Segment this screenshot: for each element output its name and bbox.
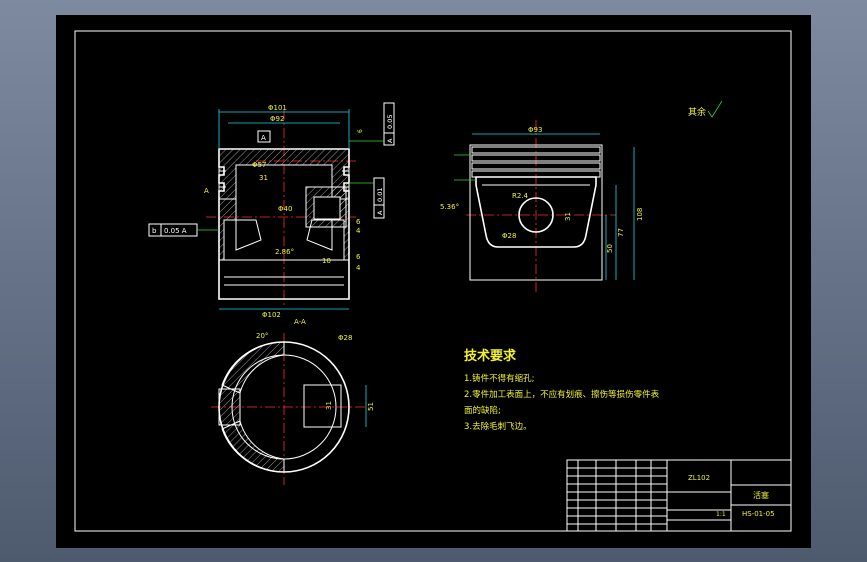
title-material: ZL102	[688, 474, 710, 482]
notes-title: 技术要求	[464, 348, 517, 364]
section-d28: Φ28	[338, 334, 352, 342]
front-view: Φ101 Φ92 Φ57 Φ40 Φ102 31 2.86° 10 6 4 6 …	[148, 102, 395, 319]
dim-side-angle: 5.36°	[440, 203, 459, 211]
dim-side-d93: Φ93	[528, 126, 542, 134]
tol-left-value: 0.05 A	[164, 227, 187, 235]
dim-4: 4	[356, 264, 361, 272]
dim-d92: Φ92	[270, 115, 284, 123]
dim-side-50: 50	[606, 244, 614, 253]
note-line-1: 1.铸件不得有缩孔;	[464, 373, 534, 384]
tol-top-ref: A	[386, 138, 394, 143]
roughness-symbol	[707, 100, 723, 118]
tol-top-value: 0.05	[386, 115, 394, 129]
dim-d40: Φ40	[278, 205, 292, 213]
dim-side-31: 31	[564, 212, 572, 221]
technical-notes: 技术要求 1.铸件不得有缩孔; 2.零件加工表面上，不应有划痕、擦伤等损伤零件表…	[464, 348, 660, 432]
dim-angle-front: 2.86°	[275, 248, 294, 256]
dim-10: 10	[322, 257, 331, 265]
dim-6b: 6	[356, 218, 361, 226]
side-view: Φ93 R2.4 5.36° Φ28 31 77 50 108	[440, 120, 644, 293]
dim-d102: Φ102	[262, 311, 281, 319]
section-angle: 20°	[256, 332, 268, 340]
drawing-sheet: Φ101 Φ92 Φ57 Φ40 Φ102 31 2.86° 10 6 4 6 …	[56, 15, 811, 548]
cad-drawing: Φ101 Φ92 Φ57 Φ40 Φ102 31 2.86° 10 6 4 6 …	[74, 30, 792, 532]
section-31: 31	[325, 401, 333, 410]
dim-31: 31	[259, 174, 268, 182]
section-boss	[303, 384, 342, 428]
datum-a-label: A	[261, 134, 266, 142]
section-51: 51	[367, 402, 375, 411]
section-title: A-A	[294, 318, 306, 326]
title-drawing-no: HS-01-05	[742, 510, 775, 518]
tol-right-ref: A	[376, 210, 384, 215]
section-label-a: A	[204, 187, 209, 195]
dim-6: 6	[356, 253, 361, 261]
roughness-note: 其余	[688, 100, 723, 118]
dim-d101: Φ101	[268, 104, 287, 112]
svg-text:6: 6	[357, 129, 364, 133]
dim-side-d28: Φ28	[502, 232, 516, 240]
title-block: ZL102 活塞 HS-01-05 1:1	[566, 459, 792, 532]
tol-right-value: 0.01	[376, 188, 384, 202]
title-scale: 1:1	[716, 511, 726, 518]
dim-side-108: 108	[636, 208, 644, 221]
tol-left-symbol: b	[152, 227, 157, 235]
section-view: A-A Φ28 20° 31 51	[211, 318, 375, 485]
dim-side-77: 77	[617, 228, 625, 237]
dim-side-r: R2.4	[512, 192, 529, 200]
drawing-border	[74, 30, 792, 532]
dim-d57: Φ57	[252, 161, 266, 169]
note-line-2: 2.零件加工表面上，不应有划痕、擦伤等损伤零件表	[464, 389, 660, 400]
dim-4b: 4	[356, 227, 361, 235]
note-line-4: 3.去除毛刺飞边。	[464, 421, 532, 432]
title-part-name: 活塞	[753, 490, 769, 500]
roughness-label: 其余	[688, 106, 706, 118]
note-line-3: 面的缺陷;	[464, 405, 501, 416]
